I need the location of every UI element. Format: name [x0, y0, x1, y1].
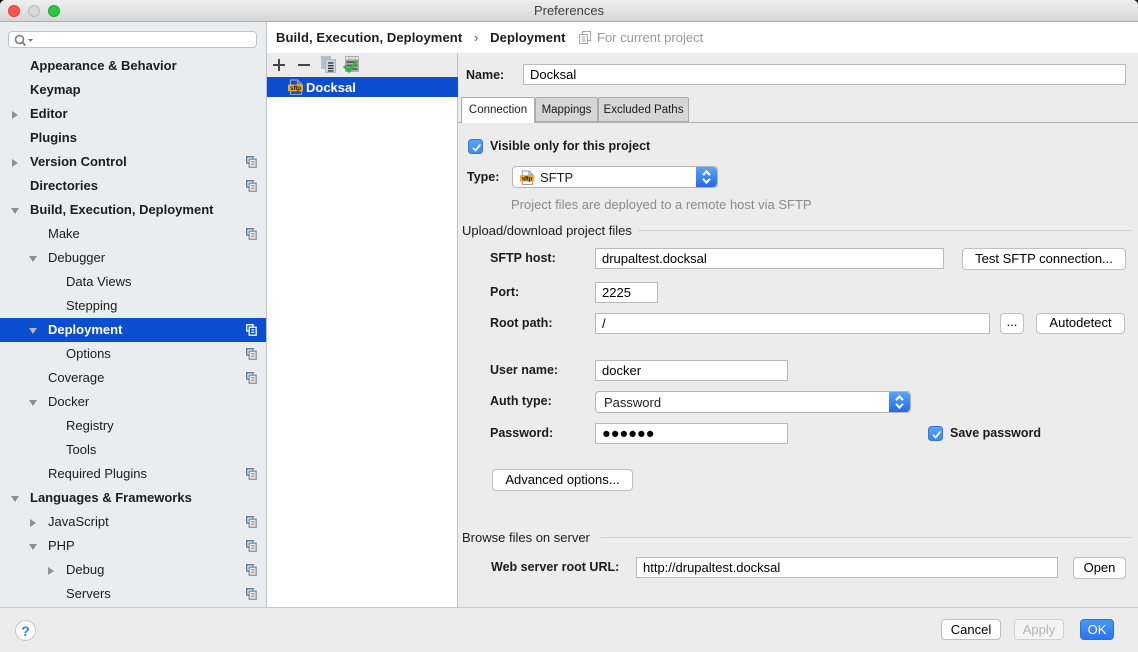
svg-text:sftp: sftp [290, 85, 301, 92]
svg-text:sftp: sftp [522, 175, 533, 182]
